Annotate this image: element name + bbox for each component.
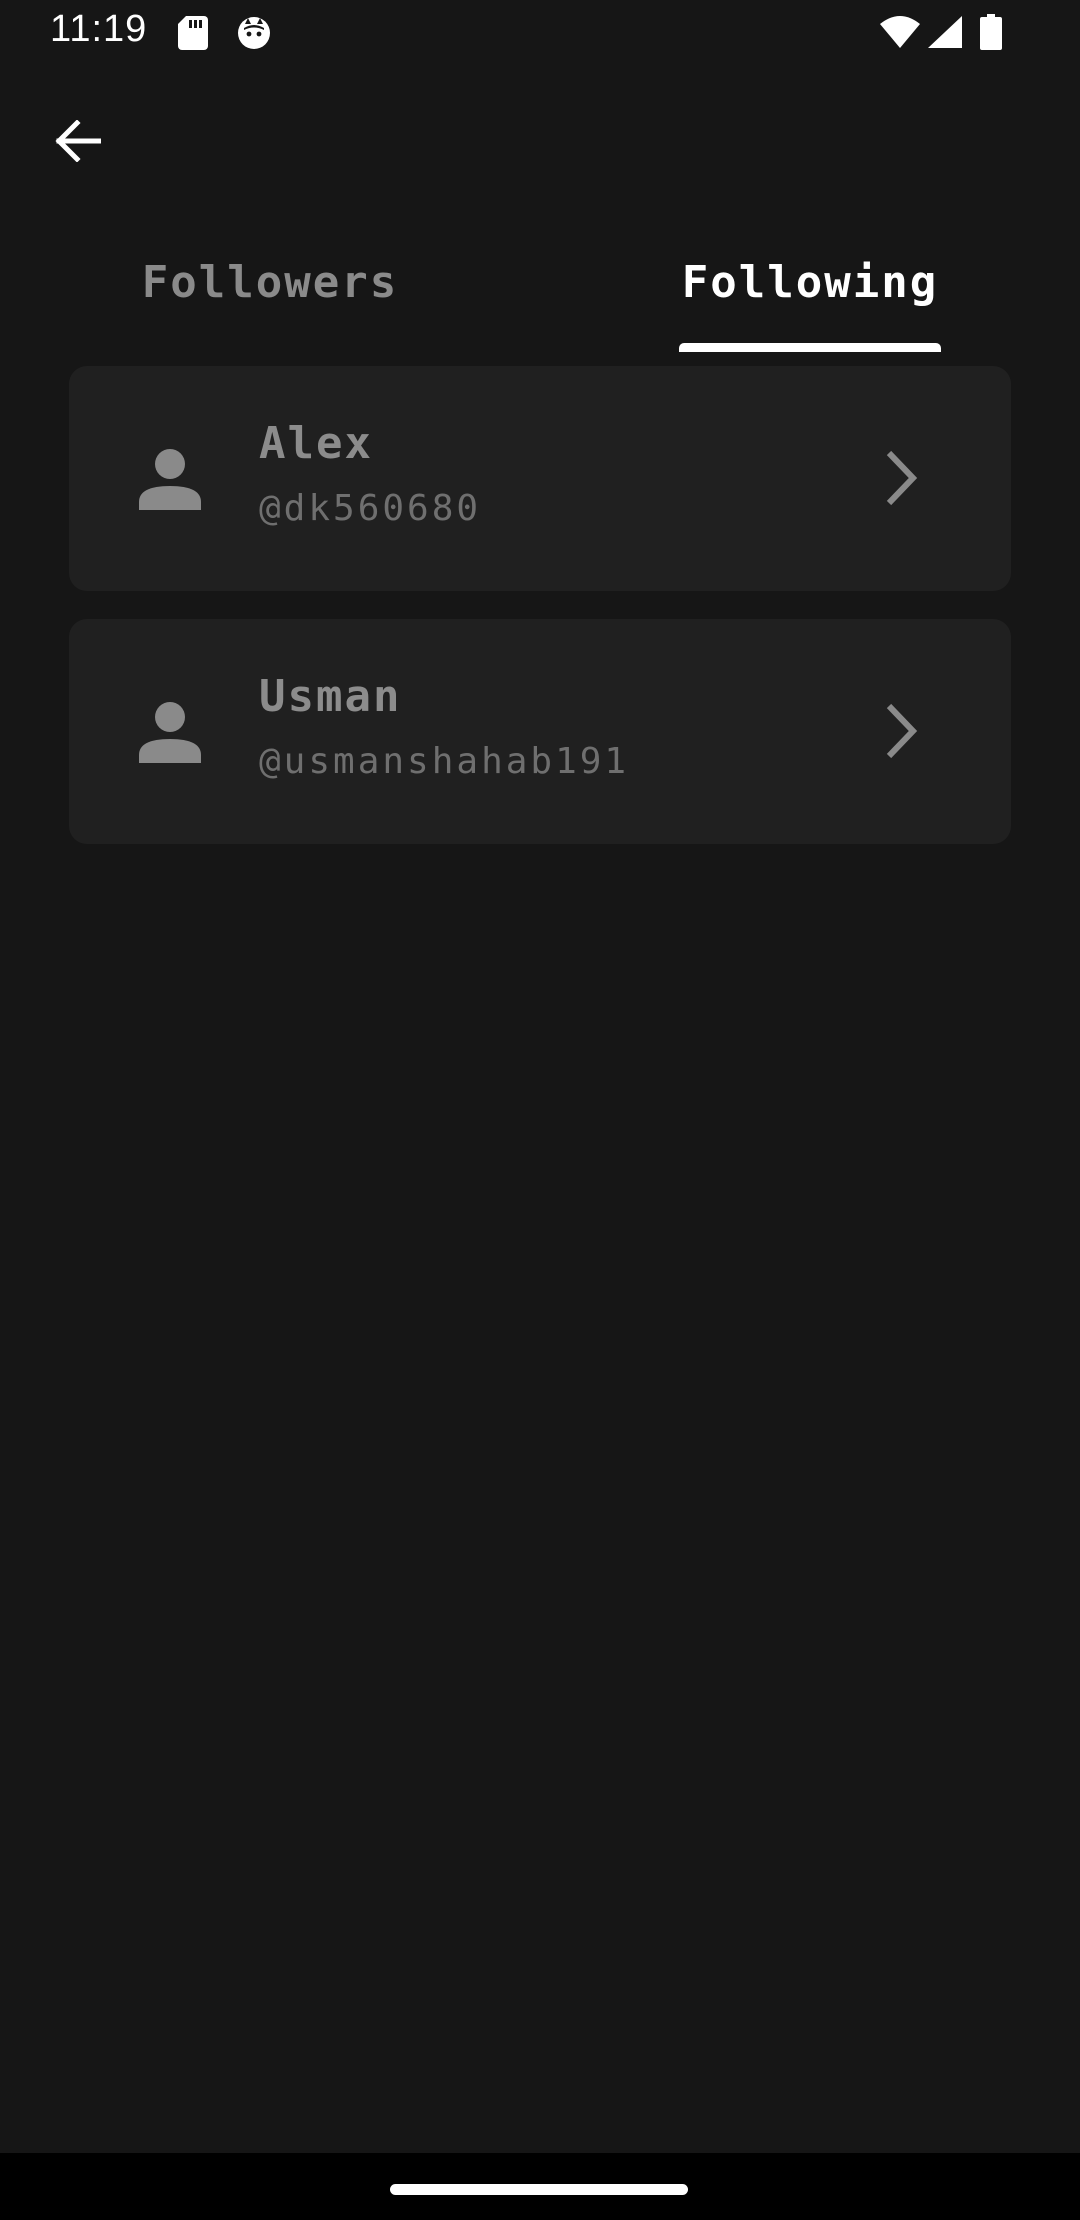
status-time: 11:19 <box>50 8 148 50</box>
user-name: Alex <box>259 418 373 469</box>
cat-face-icon <box>236 14 272 54</box>
arrow-left-icon <box>53 119 102 166</box>
user-list-item-alex[interactable]: Alex @dk560680 <box>69 366 1011 591</box>
chevron-right-icon <box>881 448 921 508</box>
tab-followers[interactable]: Followers <box>60 250 480 350</box>
selected-tab-indicator <box>679 343 941 352</box>
person-icon <box>139 448 201 510</box>
user-handle: @usmanshahab191 <box>259 741 630 782</box>
user-handle: @dk560680 <box>259 488 482 529</box>
back-button[interactable] <box>44 110 110 176</box>
home-indicator[interactable] <box>390 2184 688 2195</box>
wifi-icon <box>880 16 920 52</box>
person-icon <box>139 701 201 763</box>
user-name: Usman <box>259 671 402 722</box>
battery-icon <box>980 14 1002 54</box>
tab-following[interactable]: Following <box>620 250 1000 350</box>
chevron-right-icon <box>881 701 921 761</box>
signal-icon <box>928 16 962 52</box>
status-bar: 11:19 <box>0 0 1080 66</box>
user-list-item-usman[interactable]: Usman @usmanshahab191 <box>69 619 1011 844</box>
sd-card-icon <box>178 16 208 54</box>
